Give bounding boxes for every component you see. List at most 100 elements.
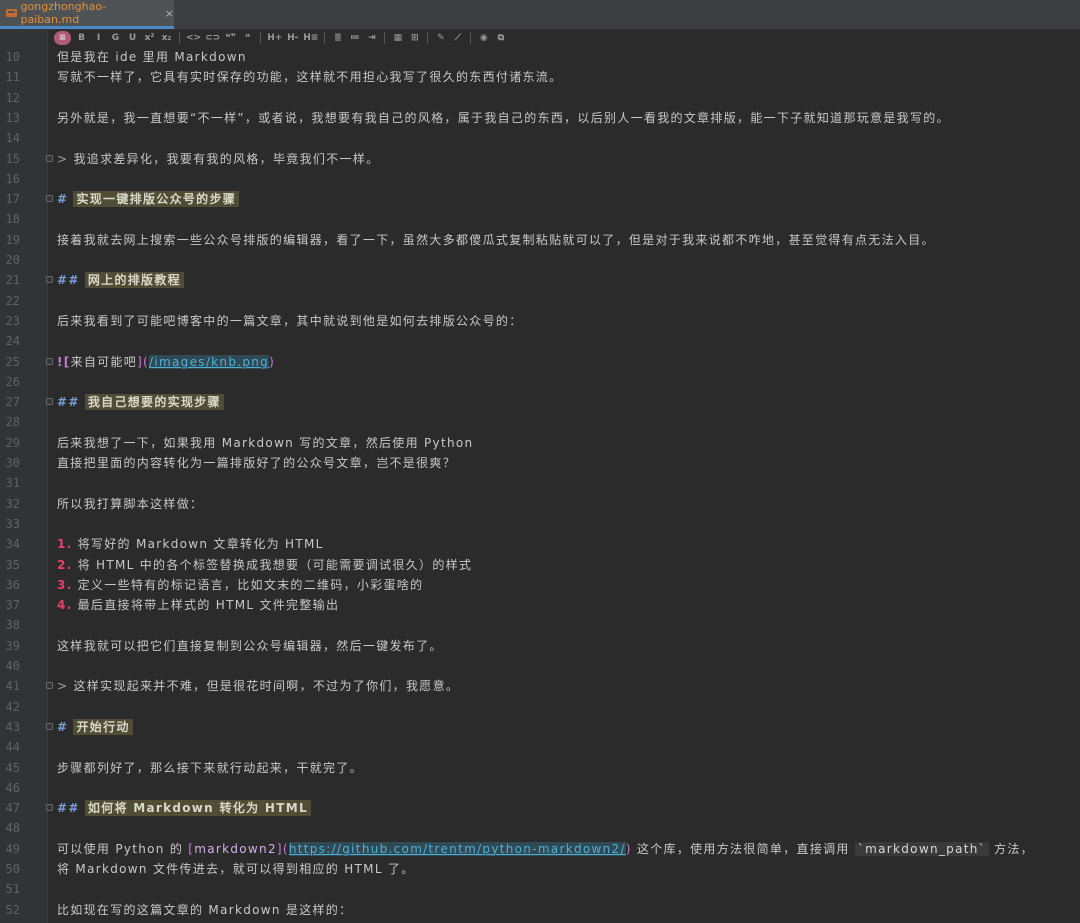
toolbar-list-bullet-button[interactable]: ≔ [348,31,361,45]
image-alt-text: 来自可能吧 [70,354,138,369]
code-line[interactable]: 16 [0,169,1080,189]
toolbar-edit-button[interactable]: ✎ [434,31,447,45]
line-number: 30 [5,456,20,470]
code-line[interactable]: 33 [0,514,1080,534]
fold-marker-icon[interactable] [46,195,53,203]
line-number: 11 [5,70,20,85]
code-line[interactable]: 43 # 开始行动 [0,717,1080,737]
toolbar-separator [179,31,180,44]
code-line[interactable]: 30 直接把里面的内容转化为一篇排版好了的公众号文章，岂不是很爽？ [0,453,1080,473]
code-line[interactable]: 31 [0,473,1080,493]
code-line[interactable]: 19 接着我就去网上搜索一些公众号排版的编辑器，看了一下，虽然大多都傻瓜式复制粘贴… [0,230,1080,250]
code-line[interactable]: 18 [0,209,1080,229]
link-url[interactable]: https://github.com/trentm/python-markdow… [288,841,626,856]
line-number: 31 [5,476,20,491]
toolbar-indent-button[interactable]: ⇥ [365,31,378,45]
line-number: 45 [5,760,20,775]
code-line[interactable]: 48 [0,818,1080,838]
toolbar-menu-button[interactable]: ≡ [54,30,71,45]
toolbar-italic-button[interactable]: I [92,31,105,45]
toolbar-separator [260,31,262,44]
code-line[interactable]: 52 比如现在写的这篇文章的 Markdown 是这样的： [0,900,1080,920]
code-line[interactable]: 24 [0,331,1080,351]
image-marker: ![ [57,354,71,369]
code-line[interactable]: 15 > 我追求差异化，我要有我的风格，毕竟我们不一样。 [0,149,1080,169]
toolbar-header-button[interactable]: H≡ [303,31,318,45]
toolbar-code-button[interactable]: <> [186,31,201,45]
code-line[interactable]: 40 [0,656,1080,676]
code-line[interactable]: 28 [0,412,1080,432]
fold-marker-icon[interactable] [46,804,53,812]
code-line[interactable]: 46 [0,778,1080,798]
toolbar-blockquote-button[interactable]: ❝ [241,31,254,45]
editor-window: gongzhonghao-paiban.md × ≡ B I G Ux² x₂ <> ⊂⊃ ❝❞… [0,0,1080,923]
code-line[interactable]: 21 ## 网上的排版教程 [0,270,1080,290]
toolbar-insert-table-button[interactable]: ⊞ [408,31,421,45]
code-line[interactable]: 38 [0,615,1080,635]
list-number: 4. [57,598,73,613]
code-line[interactable]: 29 后来我想了一下，如果我用 Markdown 写的文章，然后使用 Python [0,433,1080,453]
line-number: 50 [5,862,20,876]
line-number: 15 [5,151,20,166]
code-line[interactable]: 44 [0,737,1080,757]
toolbar-header-up-button[interactable]: H+ [267,31,282,45]
file-tab[interactable]: gongzhonghao-paiban.md × [0,0,174,29]
toolbar-table-button[interactable]: ▦ [391,31,404,45]
code-line[interactable]: 45 步骤都列好了，那么接下来就行动起来，干就完了。 [0,758,1080,778]
code-line[interactable]: 39 这样我就可以把它们直接复制到公众号编辑器，然后一键发布了。 [0,636,1080,656]
code-line[interactable]: 37 4. 最后直接将带上样式的 HTML 文件完整输出 [0,595,1080,615]
code-line[interactable]: 51 [0,879,1080,899]
fold-marker-icon[interactable] [46,722,53,730]
code-line[interactable]: 20 [0,250,1080,270]
line-text: 所以我打算脚本这样做： [57,496,204,511]
image-url-link[interactable]: /images/knb.png [149,354,270,369]
line-number: 18 [5,212,20,227]
heading-text: 开始行动 [73,718,133,735]
line-text: ## 如何将 Markdown 转化为 HTML [57,798,311,818]
code-line[interactable]: 22 [0,291,1080,311]
code-line[interactable]: 13 另外就是，我一直想要“不一样”，或者说，我想要有我自己的风格，属于我自己的东… [0,108,1080,128]
code-line[interactable]: 47 ## 如何将 Markdown 转化为 HTML [0,798,1080,818]
code-line[interactable]: 41 > 这样实现起来并不难，但是很花时间啊，不过为了你们，我愿意。 [0,676,1080,696]
toolbar-preview-button[interactable]: ◉ [477,31,490,45]
fold-marker-icon[interactable] [46,357,53,365]
fold-marker-icon[interactable] [46,276,53,284]
line-number: 32 [5,496,20,511]
toolbar-copy-button[interactable]: ⧉ [494,31,507,45]
code-line[interactable]: 12 [0,88,1080,108]
code-line[interactable]: 14 [0,128,1080,148]
fold-marker-icon[interactable] [46,154,53,162]
fold-marker-icon[interactable] [46,398,53,406]
code-line[interactable]: 25 ![来自可能吧](/images/knb.png) [0,352,1080,372]
code-line[interactable]: 49 可以使用 Python 的 [markdown2](https://gith… [0,839,1080,859]
code-line[interactable]: 11 写就不一样了，它具有实时保存的功能，这样就不用担心我写了很久的东西付诸东流。 [0,67,1080,87]
code-line[interactable]: 23 后来我看到了可能吧博客中的一篇文章，其中就说到他是如何去排版公众号的： [0,311,1080,331]
toolbar-superscript-button[interactable]: x² [143,31,156,45]
code-line[interactable]: 35 2. 将 HTML 中的各个标签替换成我想要（可能需要调试很久）的样式 [0,555,1080,575]
code-line[interactable]: 26 [0,372,1080,392]
code-line[interactable]: 32 所以我打算脚本这样做： [0,494,1080,514]
link-label: markdown2 [194,841,277,856]
toolbar-link-button[interactable]: ⊂⊃ [205,31,220,45]
toolbar-subscript-button[interactable]: x₂ [160,31,173,45]
line-number: 29 [5,435,20,450]
toolbar-header-down-button[interactable]: H- [286,31,299,45]
close-tab-icon[interactable]: × [165,7,174,20]
code-line[interactable]: 17 # 实现一键排版公众号的步骤 [0,189,1080,209]
toolbar-underline-button[interactable]: U [126,31,139,45]
code-line[interactable]: 27 ## 我自己想要的实现步骤 [0,392,1080,412]
toolbar-quote-button[interactable]: ❝❞ [224,31,237,45]
toolbar-bold-button[interactable]: B [75,31,88,45]
fold-marker-icon[interactable] [46,682,53,690]
toolbar-strike-button[interactable]: G [109,31,122,45]
code-line[interactable]: 50 将 Markdown 文件传进去，就可以得到相应的 HTML 了。 [0,859,1080,879]
toolbar-pen-button[interactable]: ⟋ [451,31,464,45]
code-line[interactable]: 10 但是我在 ide 里用 Markdown [0,47,1080,67]
code-line[interactable]: 42 [0,697,1080,717]
toolbar-separator [324,31,326,44]
line-text: 3. 定义一些特有的标记语言，比如文末的二维码，小彩蛋啥的 [57,575,423,595]
code-line[interactable]: 36 3. 定义一些特有的标记语言，比如文末的二维码，小彩蛋啥的 [0,575,1080,595]
code-line[interactable]: 34 1. 将写好的 Markdown 文章转化为 HTML [0,534,1080,554]
toolbar-list-ordered-button[interactable]: ≣ [331,31,344,45]
line-number: 51 [5,882,20,897]
